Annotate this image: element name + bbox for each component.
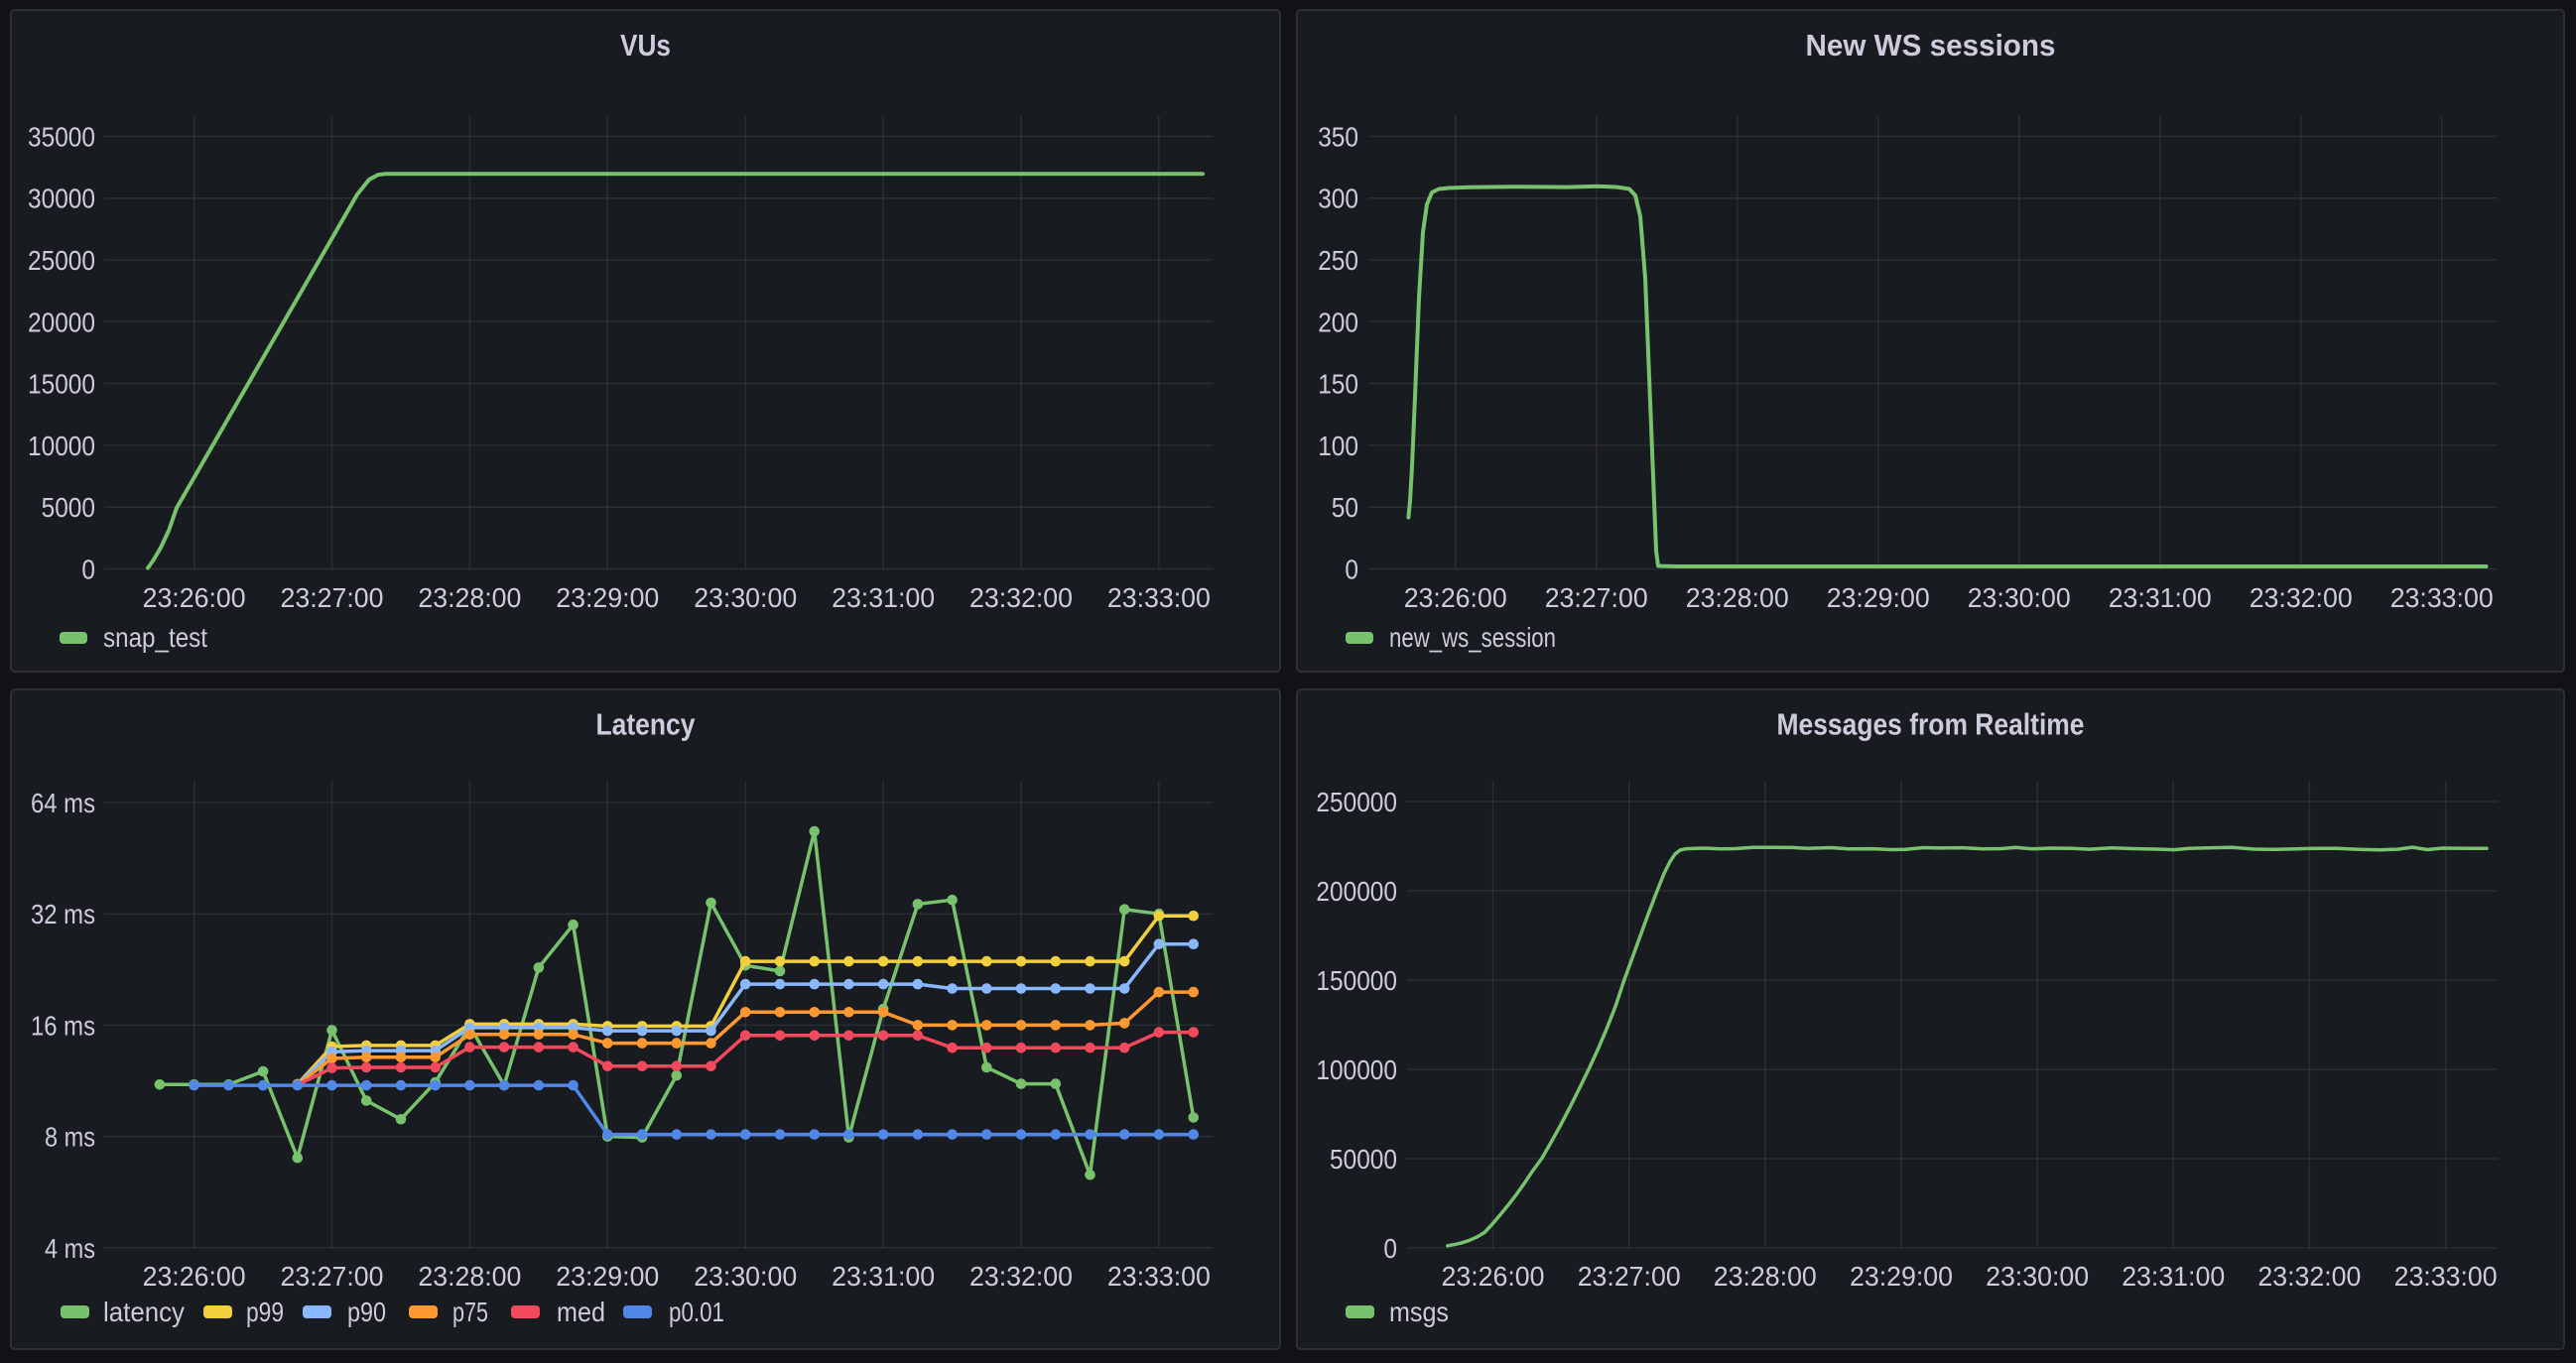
svg-text:23:32:00: 23:32:00 bbox=[2257, 1261, 2361, 1292]
svg-text:0: 0 bbox=[81, 555, 95, 585]
svg-text:snap_test: snap_test bbox=[103, 622, 207, 653]
svg-text:Latency: Latency bbox=[596, 707, 697, 742]
svg-text:23:30:00: 23:30:00 bbox=[1968, 582, 2071, 613]
svg-text:23:32:00: 23:32:00 bbox=[969, 582, 1073, 613]
svg-text:p99: p99 bbox=[246, 1297, 284, 1327]
svg-text:23:33:00: 23:33:00 bbox=[1107, 582, 1211, 613]
svg-text:200: 200 bbox=[1318, 307, 1358, 337]
svg-text:250000: 250000 bbox=[1316, 787, 1397, 817]
svg-text:200000: 200000 bbox=[1316, 876, 1397, 907]
svg-text:25000: 25000 bbox=[28, 245, 95, 276]
svg-text:300: 300 bbox=[1318, 184, 1358, 214]
svg-text:new_ws_session: new_ws_session bbox=[1389, 622, 1556, 653]
svg-text:0: 0 bbox=[1345, 555, 1358, 585]
svg-text:4 ms: 4 ms bbox=[45, 1233, 95, 1264]
svg-text:23:29:00: 23:29:00 bbox=[556, 582, 659, 613]
svg-text:250: 250 bbox=[1318, 245, 1358, 276]
svg-text:16 ms: 16 ms bbox=[31, 1010, 95, 1041]
svg-text:23:28:00: 23:28:00 bbox=[418, 1261, 521, 1292]
svg-text:5000: 5000 bbox=[42, 492, 95, 523]
svg-text:23:30:00: 23:30:00 bbox=[1986, 1261, 2089, 1292]
svg-text:23:30:00: 23:30:00 bbox=[694, 1261, 797, 1292]
svg-text:350: 350 bbox=[1318, 121, 1358, 152]
svg-text:15000: 15000 bbox=[28, 369, 95, 400]
svg-text:35000: 35000 bbox=[28, 121, 95, 152]
svg-text:23:28:00: 23:28:00 bbox=[1686, 582, 1789, 613]
svg-text:23:31:00: 23:31:00 bbox=[2122, 1261, 2225, 1292]
svg-text:23:31:00: 23:31:00 bbox=[832, 1261, 935, 1292]
svg-text:Messages from Realtime: Messages from Realtime bbox=[1777, 707, 2085, 742]
svg-text:p75: p75 bbox=[452, 1297, 488, 1327]
svg-text:10000: 10000 bbox=[28, 431, 95, 461]
svg-text:50: 50 bbox=[1332, 492, 1358, 523]
svg-text:p90: p90 bbox=[347, 1297, 386, 1327]
svg-text:p0.01: p0.01 bbox=[669, 1297, 724, 1327]
svg-text:100: 100 bbox=[1318, 431, 1358, 461]
svg-text:VUs: VUs bbox=[620, 28, 671, 62]
svg-text:64 ms: 64 ms bbox=[31, 788, 95, 818]
svg-text:latency: latency bbox=[103, 1297, 185, 1327]
svg-text:msgs: msgs bbox=[1389, 1297, 1449, 1327]
svg-text:23:28:00: 23:28:00 bbox=[1714, 1261, 1817, 1292]
svg-text:23:29:00: 23:29:00 bbox=[1827, 582, 1930, 613]
svg-text:23:32:00: 23:32:00 bbox=[969, 1261, 1073, 1292]
svg-text:23:26:00: 23:26:00 bbox=[143, 1261, 246, 1292]
svg-text:23:29:00: 23:29:00 bbox=[556, 1261, 659, 1292]
svg-text:20000: 20000 bbox=[28, 307, 95, 337]
svg-text:23:32:00: 23:32:00 bbox=[2250, 582, 2353, 613]
svg-text:23:26:00: 23:26:00 bbox=[143, 582, 246, 613]
svg-text:150000: 150000 bbox=[1316, 965, 1397, 996]
svg-text:23:27:00: 23:27:00 bbox=[281, 1261, 384, 1292]
svg-text:50000: 50000 bbox=[1330, 1144, 1397, 1175]
svg-text:23:27:00: 23:27:00 bbox=[281, 582, 384, 613]
svg-text:150: 150 bbox=[1318, 369, 1358, 400]
svg-text:100000: 100000 bbox=[1316, 1054, 1397, 1085]
svg-text:8 ms: 8 ms bbox=[45, 1122, 95, 1153]
svg-text:32 ms: 32 ms bbox=[31, 899, 95, 929]
svg-text:23:33:00: 23:33:00 bbox=[2390, 582, 2494, 613]
svg-text:23:27:00: 23:27:00 bbox=[1578, 1261, 1681, 1292]
svg-text:23:26:00: 23:26:00 bbox=[1442, 1261, 1545, 1292]
svg-text:23:26:00: 23:26:00 bbox=[1404, 582, 1507, 613]
svg-text:23:33:00: 23:33:00 bbox=[1107, 1261, 1211, 1292]
svg-text:0: 0 bbox=[1383, 1233, 1397, 1264]
svg-text:23:29:00: 23:29:00 bbox=[1850, 1261, 1953, 1292]
svg-text:23:28:00: 23:28:00 bbox=[418, 582, 521, 613]
svg-text:23:27:00: 23:27:00 bbox=[1545, 582, 1648, 613]
svg-text:23:31:00: 23:31:00 bbox=[832, 582, 935, 613]
svg-text:New WS sessions: New WS sessions bbox=[1806, 28, 2056, 62]
svg-text:23:33:00: 23:33:00 bbox=[2394, 1261, 2498, 1292]
svg-text:23:30:00: 23:30:00 bbox=[694, 582, 797, 613]
svg-text:med: med bbox=[557, 1297, 605, 1327]
svg-text:23:31:00: 23:31:00 bbox=[2109, 582, 2212, 613]
svg-text:30000: 30000 bbox=[28, 184, 95, 214]
